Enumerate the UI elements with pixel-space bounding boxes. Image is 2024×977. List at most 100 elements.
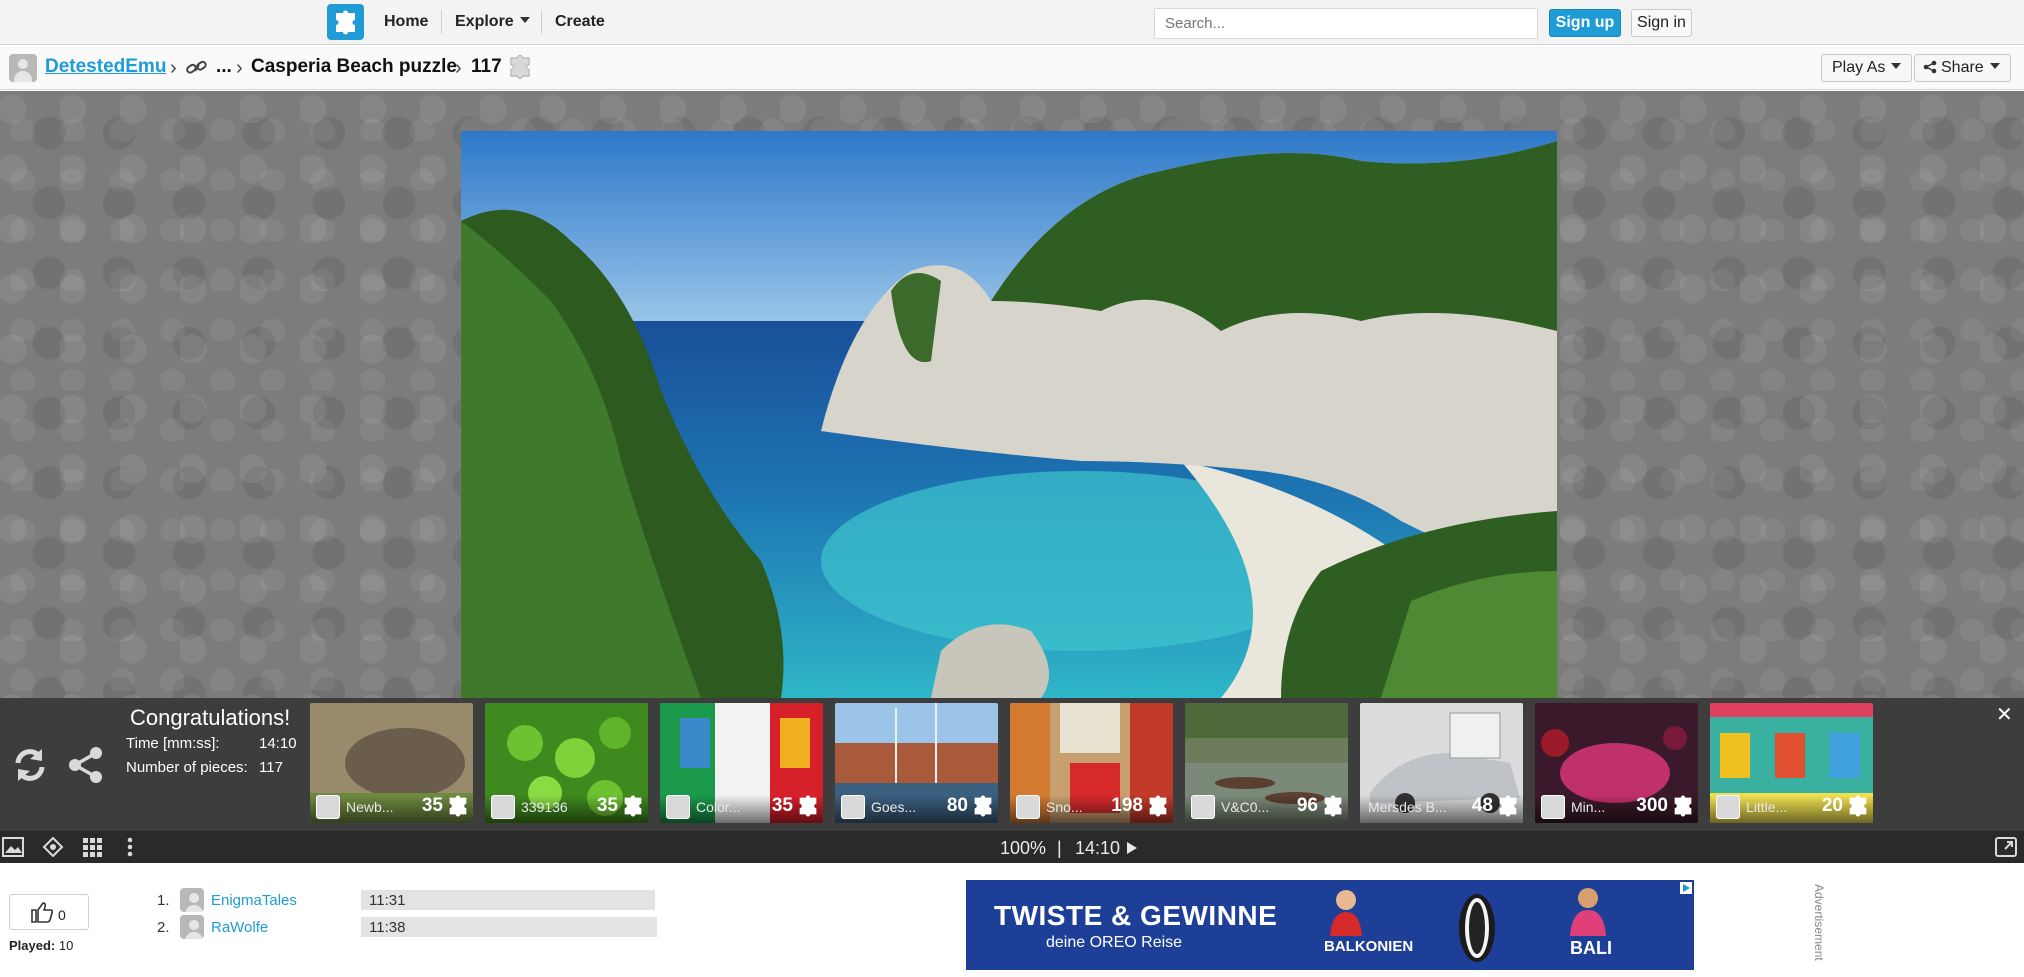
ad-location-bali: BALI [1570,938,1612,958]
elapsed-timer: 14:10 [1075,838,1121,858]
leaderboard-time: 11:38 [369,919,406,936]
play-as-dropdown[interactable]: Play As [1821,54,1913,82]
zoom-level: 100% [1000,838,1047,858]
time-value: 14:10 [259,735,297,752]
pieces-value: 117 [259,759,283,776]
puzzle-thumbnail[interactable]: Min... 300 [1535,703,1698,823]
breadcrumb-puzzle-title: Casperia Beach puzzle [251,56,457,77]
grid-icon[interactable] [82,837,102,857]
leaderboard-player-link[interactable]: EnigmaTales [211,892,297,909]
breadcrumb-user-link[interactable]: DetestedEmu [45,56,166,78]
play-as-label: Play As [1832,59,1886,76]
thumbnail-author-avatar [1191,795,1215,819]
chevron-right-icon: › [170,57,177,79]
puzzle-piece-icon [1499,795,1517,817]
time-label: Time [mm:ss]: [126,735,220,752]
puzzle-piece-icon [974,795,992,817]
thumbnail-author-avatar [666,795,690,819]
puzzle-piece-icon [1849,795,1867,817]
ad-person-figure [1570,888,1606,936]
chevron-down-icon [1989,63,2000,69]
puzzle-logo-icon [336,10,355,35]
puzzle-piece-icon [510,55,530,79]
thumbnail-piece-count: 20 [1821,795,1843,816]
leaderboard-player-link[interactable]: RaWolfe [211,919,268,936]
played-label: Played: [9,938,56,953]
puzzle-thumbnail[interactable]: Newb... 35 [310,703,473,823]
share-icon[interactable] [66,745,106,785]
puzzle-piece-icon [1674,795,1692,817]
breadcrumb-ellipsis[interactable]: ... [216,56,232,78]
share-dropdown[interactable]: Share [1914,54,2011,82]
thumbnail-piece-count: 96 [1296,795,1318,816]
puzzle-thumbnail[interactable]: Sno... 198 [1010,703,1173,823]
thumbnail-piece-count: 35 [421,795,443,816]
site-logo[interactable] [327,4,364,40]
puzzle-thumbnail[interactable]: Color... 35 [660,703,823,823]
ad-choices-icon[interactable] [1680,882,1692,894]
nav-home[interactable]: Home [384,13,428,31]
chevron-down-icon [1891,63,1902,69]
thumbnail-piece-count: 35 [771,795,793,816]
refresh-icon[interactable] [10,745,50,785]
play-icon[interactable] [1126,841,1138,855]
thumbnail-author-avatar [841,795,865,819]
thumbnail-piece-count: 198 [1111,795,1143,816]
ad-person-figure [1330,890,1362,936]
close-icon[interactable]: ✕ [1996,702,2013,727]
thumbnail-author-avatar [491,795,515,819]
breadcrumb: DetestedEmu › ... › Casperia Beach puzzl… [0,46,2024,90]
advertisement-label: Advertisement [1812,884,1826,961]
like-count: 0 [58,907,66,923]
thumbnail-title: Min... [1571,799,1606,815]
thumbnail-piece-count: 35 [596,795,618,816]
link-icon[interactable] [186,59,208,77]
user-avatar[interactable] [9,54,37,82]
chevron-down-icon [519,17,530,23]
ad-headline: TWISTE & GEWINNE [994,900,1278,931]
leaderboard-avatar[interactable] [180,888,204,912]
share-icon [1923,60,1937,74]
thumbnail-title: Color... [696,799,741,815]
puzzle-piece-icon [1324,795,1342,817]
nav-create[interactable]: Create [555,13,605,31]
puzzle-thumbnail[interactable]: Little... 20 [1710,703,1873,823]
thumbs-up-icon [31,902,54,923]
thumbnail-author-avatar [1716,795,1740,819]
breadcrumb-piece-count: 117 [471,56,502,77]
like-button[interactable] [9,894,89,930]
played-value: 10 [58,938,74,953]
fullscreen-icon[interactable] [1995,837,2017,857]
puzzle-stage[interactable] [0,91,2024,698]
ghost-image-icon[interactable] [42,837,64,857]
ad-subline: deine OREO Reise [1046,934,1183,951]
completed-puzzle-image[interactable] [461,131,1557,698]
leaderboard-time: 11:31 [369,892,406,909]
thumbnail-title: Little... [1746,799,1788,815]
top-navigation: Home Explore Create Sign up Sign in [0,0,2024,45]
nav-explore[interactable]: Explore [455,13,530,31]
sign-up-button[interactable]: Sign up [1549,9,1621,37]
more-options-icon[interactable] [126,837,134,857]
nav-explore-label: Explore [455,13,514,30]
sign-in-button[interactable]: Sign in [1631,9,1692,37]
leaderboard-avatar[interactable] [180,915,204,939]
puzzle-thumbnail[interactable]: V&C0... 96 [1185,703,1348,823]
thumbnail-title: Newb... [346,799,394,815]
thumbnail-title: Mersdes B... [1368,799,1447,815]
leaderboard-rank: 2. [157,919,170,936]
beach-landscape-image [461,131,1557,698]
oreo-cookie-image [1459,894,1495,962]
image-preview-icon[interactable] [2,837,24,857]
nav-divider [441,10,442,34]
puzzle-piece-icon [449,795,467,817]
pieces-label: Number of pieces: [126,759,248,776]
puzzle-thumbnail[interactable]: Goes... 80 [835,703,998,823]
puzzle-thumbnail[interactable]: Mersdes B... 48 [1360,703,1523,823]
thumbnail-title: V&C0... [1221,799,1270,815]
nav-divider [541,10,542,34]
search-input[interactable] [1154,8,1538,39]
chevron-right-icon: › [236,57,243,79]
advertisement-banner[interactable]: TWISTE & GEWINNE deine OREO Reise BALKON… [966,880,1694,970]
puzzle-thumbnail[interactable]: 339136 35 [485,703,648,823]
